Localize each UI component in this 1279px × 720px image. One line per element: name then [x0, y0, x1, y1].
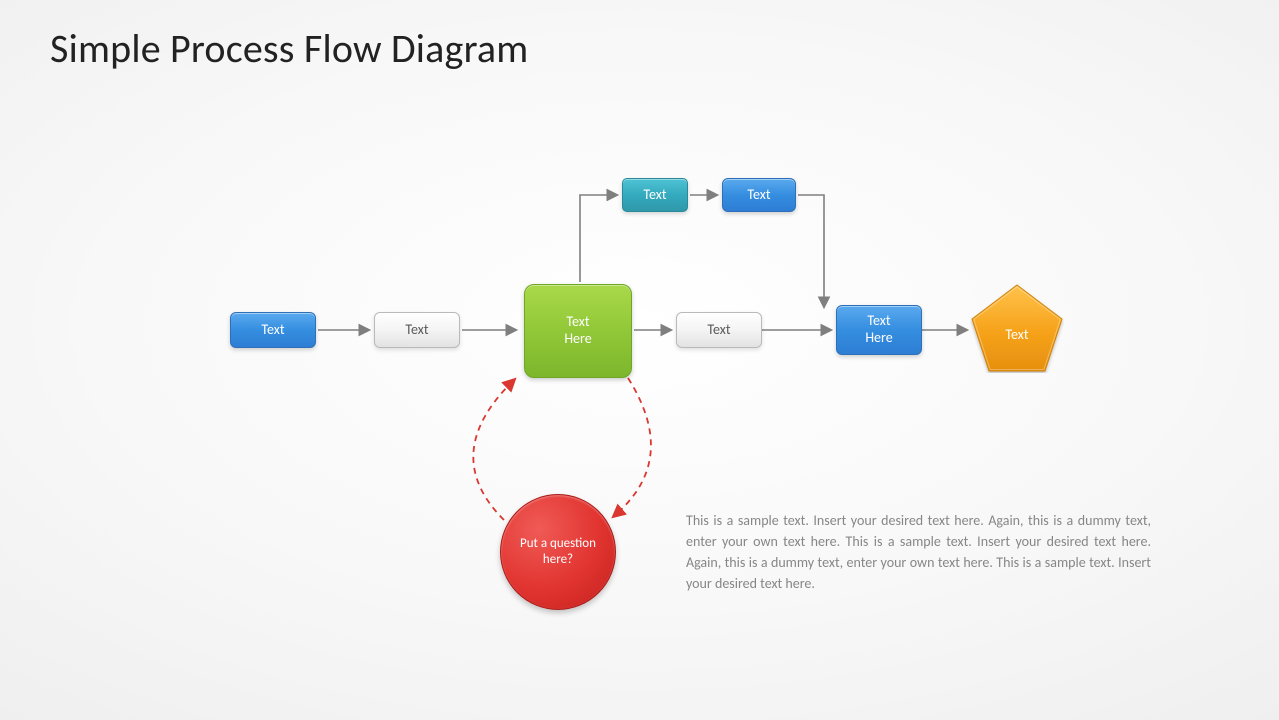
node-label: Text	[707, 322, 730, 339]
node-step-grey-2[interactable]: Text	[676, 312, 762, 348]
connectors-layer	[0, 0, 1279, 720]
node-label: Text Here	[564, 314, 591, 348]
node-question-circle[interactable]: Put a question here?	[500, 494, 616, 610]
node-label: Text	[643, 187, 666, 204]
dashed-arc-left	[473, 380, 514, 520]
node-label: Put a question here?	[513, 536, 603, 567]
node-end-pentagon[interactable]: Text	[970, 283, 1064, 373]
node-branch-blue[interactable]: Text	[722, 178, 796, 212]
node-branch-teal[interactable]: Text	[622, 178, 688, 212]
slide-title: Simple Process Flow Diagram	[50, 24, 528, 73]
arrow-n3-top1	[580, 195, 616, 282]
arrow-top2-down	[798, 195, 824, 306]
node-label: Text	[747, 187, 770, 204]
node-label: Text	[405, 322, 428, 339]
dashed-arc-right	[614, 378, 651, 516]
node-label: Text Here	[865, 313, 892, 347]
node-start-blue[interactable]: Text	[230, 312, 316, 348]
node-step-grey-1[interactable]: Text	[374, 312, 460, 348]
node-step-blue-2[interactable]: Text Here	[836, 305, 922, 355]
description-text: This is a sample text. Insert your desir…	[686, 510, 1151, 594]
node-decision-green[interactable]: Text Here	[524, 284, 632, 378]
node-label: Text	[970, 283, 1064, 373]
node-label: Text	[261, 322, 284, 339]
slide-canvas: Simple Process Flow Diagram	[0, 0, 1279, 720]
